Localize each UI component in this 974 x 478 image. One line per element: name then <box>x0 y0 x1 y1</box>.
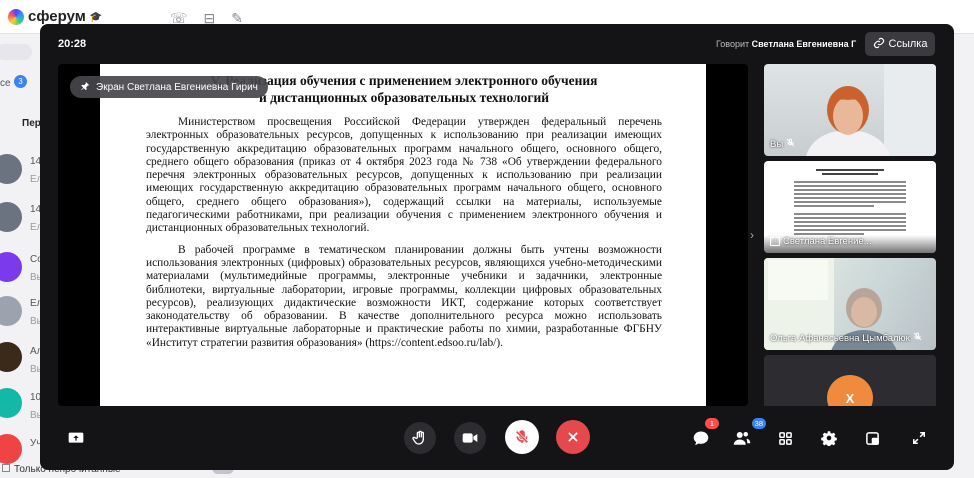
mic-off-icon <box>515 430 529 444</box>
call-duration: 20:28 <box>58 38 87 50</box>
pin-icon <box>80 81 90 94</box>
active-speaker: Говорит Светлана Евгениевна Г <box>716 39 858 49</box>
copy-link-button[interactable]: Ссылка <box>865 32 935 56</box>
thumb-line <box>794 205 874 207</box>
participant-name-text: Ольга Афанасьевна Цымбалюк <box>770 332 910 344</box>
chat-unread-badge: 1 <box>705 418 719 429</box>
mic-muted-icon <box>913 332 922 344</box>
app-logo-text: сферум <box>28 8 86 25</box>
thumb-line <box>794 229 906 231</box>
participant-tiles: Вы ↑ Светлана Евгение... Ольга Афанасьев… <box>764 64 936 406</box>
thumb-line <box>794 181 906 183</box>
participants-button[interactable]: 38 <box>726 418 766 454</box>
thumb-line <box>794 225 906 227</box>
link-icon <box>873 37 885 52</box>
chat-avatar[interactable] <box>0 252 22 282</box>
participant-tile-presenter[interactable]: ↑ Светлана Евгение... <box>764 161 936 253</box>
thumb-line <box>794 213 906 215</box>
raise-hand-button[interactable] <box>404 422 436 454</box>
grid-layout-button[interactable] <box>769 422 801 454</box>
thumb-line <box>794 197 906 199</box>
participant-name-text: Светлана Евгение... <box>783 236 872 247</box>
thumb-line <box>794 217 906 219</box>
screen-share-icon <box>68 432 84 443</box>
thumb-line <box>794 189 906 191</box>
microphone-button[interactable] <box>505 420 539 454</box>
mic-muted-icon <box>786 138 795 150</box>
thumb-line <box>794 221 906 223</box>
copy-link-label: Ссылка <box>888 38 928 50</box>
gear-icon <box>821 431 837 446</box>
chat-avatar[interactable] <box>0 296 22 326</box>
hand-icon <box>412 430 424 445</box>
document-paragraph-2: В рабочей программе в тематическом плани… <box>146 243 662 349</box>
end-call-button[interactable] <box>556 420 590 454</box>
document-paragraph-1: Министерством просвещения Российской Фед… <box>146 116 662 235</box>
participant-name-text: Вы <box>770 138 784 150</box>
chat-list: се 3 Пер 14 Ел 14 Ел Со Вь Ел Вы Ал Вы 1… <box>0 34 44 478</box>
speaker-name: Светлана Евгениевна Г <box>751 39 857 49</box>
chat-avatar[interactable] <box>0 434 22 464</box>
grid-icon <box>778 431 792 445</box>
checkbox-icon[interactable] <box>2 464 10 472</box>
chat-list-label: се <box>0 78 11 89</box>
sferum-logo-icon <box>8 8 24 25</box>
app-logo[interactable]: сферум 🎓 <box>8 8 102 25</box>
participant-tile[interactable]: Х <box>764 355 936 406</box>
participant-name: Ольга Афанасьевна Цымбалюк <box>770 332 922 344</box>
share-screen-button[interactable] <box>60 422 92 454</box>
thumb-line <box>794 185 906 187</box>
participant-name: ↑ Светлана Евгение... <box>770 236 872 247</box>
participant-name: Вы <box>770 138 795 150</box>
hat-icon: 🎓 <box>89 11 103 23</box>
chat-bubble-icon <box>693 431 709 446</box>
screen-share-icon: ↑ <box>770 237 780 246</box>
screen-share-owner: Экран Светлана Евгениевна Гирич <box>96 81 258 93</box>
camera-button[interactable] <box>454 422 486 454</box>
participants-count-badge: 38 <box>751 418 766 429</box>
chat-avatar[interactable] <box>0 202 22 232</box>
layout-toggle-button[interactable] <box>856 422 888 454</box>
chat-item-label: Пер <box>22 118 41 129</box>
close-icon <box>568 432 578 442</box>
shared-document: V. Реализация обучения с применением эле… <box>100 64 706 406</box>
participant-avatar: Х <box>827 375 873 406</box>
expand-icon <box>912 431 926 445</box>
participant-tile-self[interactable]: Вы <box>764 64 936 156</box>
participant-tile[interactable]: Ольга Афанасьевна Цымбалюк <box>764 258 936 350</box>
participants-icon <box>733 432 751 445</box>
screen-share-view[interactable]: V. Реализация обучения с применением эле… <box>58 64 748 406</box>
call-window: 20:28 Говорит Светлана Евгениевна Г Ссыл… <box>40 24 954 470</box>
unread-badge: 3 <box>14 75 27 88</box>
fullscreen-button[interactable] <box>903 422 935 454</box>
chat-avatar[interactable] <box>0 342 22 372</box>
thumb-line <box>822 173 878 175</box>
screen-share-label[interactable]: Экран Светлана Евгениевна Гирич <box>70 76 268 98</box>
sidebar-layout-icon <box>865 431 879 445</box>
chat-avatar[interactable] <box>0 388 22 418</box>
video-camera-icon <box>462 433 478 443</box>
speaker-prefix: Говорит <box>716 39 750 49</box>
chevron-right-icon[interactable]: › <box>750 228 754 242</box>
thumb-line <box>794 201 906 203</box>
chat-avatar[interactable] <box>0 154 22 184</box>
thumb-line <box>794 193 906 195</box>
search-field-edge[interactable] <box>0 44 32 60</box>
chat-button[interactable]: 1 <box>685 418 719 454</box>
settings-button[interactable] <box>813 422 845 454</box>
thumb-line <box>816 169 884 171</box>
